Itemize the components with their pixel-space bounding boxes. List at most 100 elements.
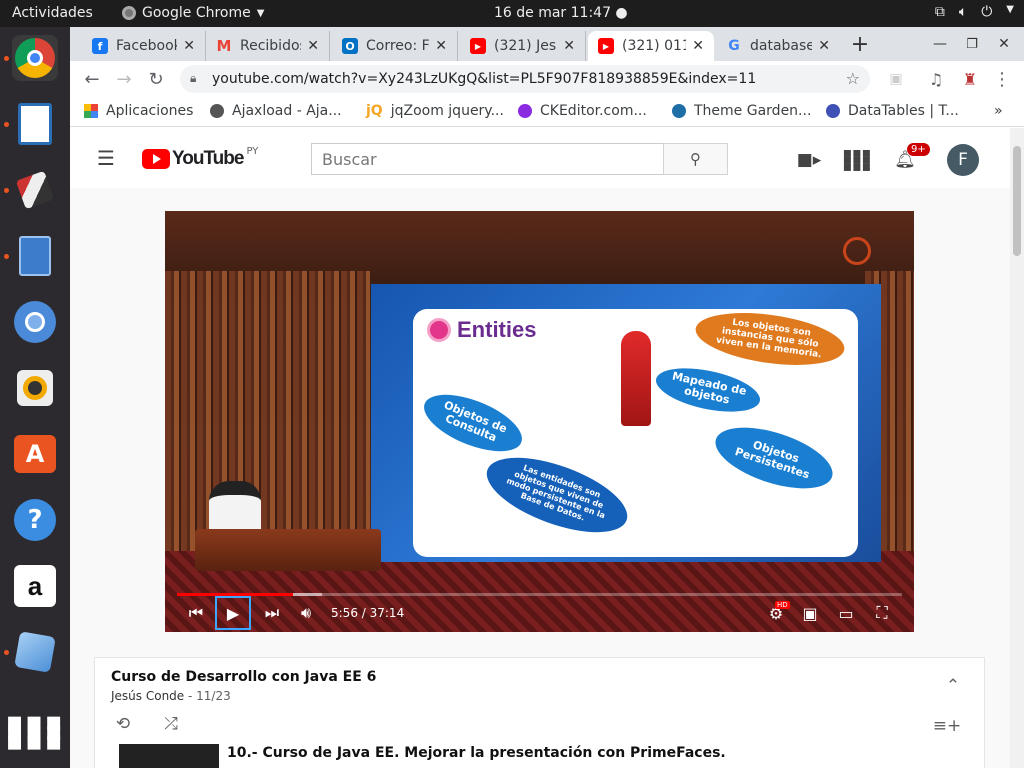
virtualbox-icon[interactable] — [12, 629, 58, 675]
bookmark-theme-garden[interactable]: Theme Garden... — [672, 103, 811, 119]
system-tray[interactable]: ⧉ 🔈︎ ⏻ ▼ — [935, 4, 1014, 20]
tab-youtube-active[interactable]: ▶ (321) 011 ✕ — [588, 31, 714, 61]
avatar[interactable]: F — [947, 144, 979, 176]
hamburger-menu-icon[interactable]: ☰ — [94, 146, 118, 170]
back-icon[interactable]: ← — [80, 67, 104, 91]
fullscreen-icon[interactable]: ⛶ — [867, 599, 897, 627]
datatables-icon — [826, 104, 840, 118]
activities-button[interactable]: Actividades — [12, 5, 93, 21]
country-code: PY — [246, 146, 259, 157]
extension-character-icon[interactable]: ♜ — [958, 67, 982, 91]
chrome-icon[interactable] — [12, 35, 58, 81]
close-icon[interactable]: ✕ — [818, 38, 830, 54]
previous-icon[interactable]: ⏮ — [181, 599, 211, 627]
tab-title: Facebook — [116, 38, 178, 54]
theater-mode-icon[interactable]: ▭ — [831, 599, 861, 627]
restore-button[interactable]: ❐ — [960, 32, 984, 56]
playlist-item-title[interactable]: 10.- Curso de Java EE. Mejorar la presen… — [227, 745, 726, 761]
create-video-icon[interactable]: ■▸ — [797, 148, 822, 172]
loop-icon[interactable]: ⟲ — [111, 712, 135, 736]
hd-badge: HD — [775, 601, 790, 609]
collapse-chevron-icon[interactable]: ⌃ — [941, 674, 965, 698]
dock: A ? a ▪▪▪ ▪▪▪ ▪▪▪ — [0, 27, 70, 768]
bookmark-label: Theme Garden... — [694, 103, 812, 119]
drawing-icon[interactable] — [12, 167, 58, 213]
tab-facebook[interactable]: f Facebook ✕ — [82, 31, 206, 61]
shuffle-icon[interactable]: ⤮ — [159, 712, 183, 736]
facebook-icon: f — [92, 38, 108, 54]
search-input[interactable]: Buscar — [311, 143, 664, 175]
forward-icon[interactable]: → — [112, 67, 136, 91]
amazon-icon[interactable]: a — [12, 563, 58, 609]
playlist-item-thumbnail[interactable] — [119, 744, 219, 768]
playlist-panel: Curso de Desarrollo con Java EE 6 Jesús … — [94, 657, 985, 768]
address-bar[interactable]: 🔒︎ youtube.com/watch?v=Xy243LzUKgQ&list=… — [180, 65, 870, 93]
youtube-play-icon — [142, 149, 170, 169]
app-menu[interactable]: Google Chrome ▼ — [122, 5, 264, 21]
close-icon[interactable]: ✕ — [183, 38, 195, 54]
reload-icon[interactable]: ↻ — [144, 67, 168, 91]
bookmark-ajaxload[interactable]: Ajaxload - Aja... — [210, 103, 342, 119]
volume-icon: 🔈︎ — [958, 4, 968, 20]
menu-icon[interactable]: ⋮ — [990, 67, 1014, 91]
document-viewer-icon[interactable] — [12, 101, 58, 147]
clock[interactable]: 16 de mar 11:47 ● — [494, 5, 628, 21]
youtube-icon: ▶ — [470, 38, 486, 54]
url-text: youtube.com/watch?v=Xy243LzUKgQ&list=PL5… — [212, 71, 757, 87]
system-top-bar: Actividades Google Chrome ▼ 16 de mar 11… — [0, 0, 1024, 27]
bookmark-ckeditor[interactable]: CKEditor.com... — [518, 103, 647, 119]
progress-bar[interactable] — [177, 593, 902, 596]
file-cabinet-icon[interactable] — [12, 233, 58, 279]
bookmark-label: Aplicaciones — [106, 103, 194, 119]
close-window-button[interactable]: ✕ — [992, 32, 1016, 56]
video-player[interactable]: Entities Los objetos son instancias que … — [165, 211, 914, 632]
help-icon[interactable]: ? — [12, 497, 58, 543]
playlist-author[interactable]: Jesús Conde — [111, 689, 184, 703]
close-icon[interactable]: ✕ — [692, 38, 704, 54]
star-icon[interactable]: ☆ — [846, 69, 860, 88]
tab-youtube-1[interactable]: ▶ (321) Jes ✕ — [460, 31, 586, 61]
entities-icon — [427, 318, 451, 342]
ckeditor-icon — [518, 104, 532, 118]
youtube-header: ☰ YouTube PY Buscar ⚲ ■▸ ▪▪▪ ▪▪▪ ▪▪▪ 🔔︎ 9+… — [70, 128, 1010, 188]
close-icon[interactable]: ✕ — [307, 38, 319, 54]
software-center-icon[interactable]: A — [12, 431, 58, 477]
tab-strip: f Facebook ✕ M Recibidos ✕ O Correo: F ✕… — [70, 27, 1024, 61]
jqzoom-icon: jQ — [366, 103, 383, 119]
playlist-title[interactable]: Curso de Desarrollo con Java EE 6 — [111, 669, 376, 685]
tab-gmail[interactable]: M Recibidos ✕ — [206, 31, 330, 61]
bookmark-datatables[interactable]: DataTables | T... — [826, 103, 959, 119]
extension-icon[interactable]: ▣ — [884, 67, 908, 91]
tab-google[interactable]: G database ✕ — [716, 31, 840, 61]
tab-outlook[interactable]: O Correo: F ✕ — [332, 31, 458, 61]
time-display: 5:56 / 37:14 — [331, 606, 405, 620]
chromium-icon[interactable] — [12, 299, 58, 345]
tab-title: database — [750, 38, 813, 54]
bookmark-apps[interactable]: Aplicaciones — [84, 103, 193, 119]
youtube-logo[interactable]: YouTube PY — [142, 146, 259, 170]
question-figure — [621, 331, 651, 426]
app-grid-icon[interactable]: ▪▪▪ ▪▪▪ ▪▪▪ — [6, 709, 63, 755]
apps-icon[interactable]: ▪▪▪ ▪▪▪ ▪▪▪ — [843, 146, 871, 174]
close-icon[interactable]: ✕ — [435, 38, 447, 54]
new-tab-button[interactable]: + — [848, 32, 872, 57]
scrollbar-thumb[interactable] — [1013, 146, 1021, 256]
desk — [195, 529, 381, 571]
next-icon[interactable]: ⏭ — [257, 599, 287, 627]
search-button[interactable]: ⚲ — [663, 143, 728, 175]
minimize-button[interactable]: — — [928, 32, 952, 56]
bookmark-jqzoom[interactable]: jQ jqZoom jquery... — [366, 103, 504, 119]
save-playlist-icon[interactable]: ≡+ — [933, 714, 962, 738]
gmail-icon: M — [216, 37, 232, 55]
channel-logo-icon — [843, 237, 871, 265]
media-queue-icon[interactable]: ♫ — [924, 67, 948, 91]
play-button[interactable]: ▶ — [215, 596, 251, 630]
apps-grid-icon — [84, 104, 98, 118]
volume-icon[interactable]: 🔊︎ — [291, 599, 321, 627]
bookmark-label: DataTables | T... — [848, 103, 959, 119]
close-icon[interactable]: ✕ — [563, 38, 575, 54]
page-scrollbar[interactable] — [1010, 128, 1024, 768]
miniplayer-icon[interactable]: ▣ — [795, 599, 825, 627]
more-bookmarks-icon[interactable]: » — [994, 103, 1003, 119]
music-player-icon[interactable] — [12, 365, 58, 411]
